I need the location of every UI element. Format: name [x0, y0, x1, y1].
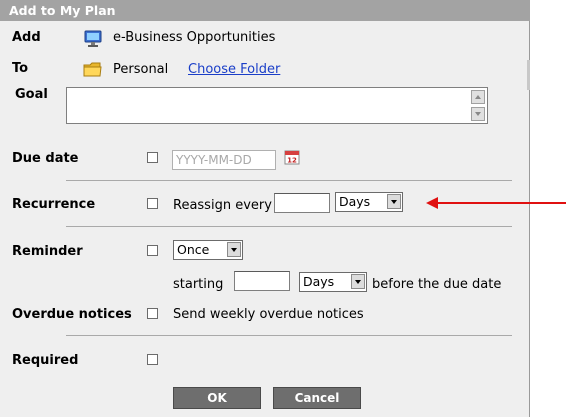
cancel-button[interactable]: Cancel	[273, 387, 361, 409]
overdue-notices-text: Send weekly overdue notices	[173, 307, 364, 322]
scroll-up-icon[interactable]	[471, 90, 485, 104]
reminder-label: Reminder	[12, 244, 83, 259]
add-item-name: e-Business Opportunities	[113, 30, 276, 45]
reminder-frequency-value: Once	[177, 242, 210, 257]
divider	[66, 180, 512, 181]
required-label: Required	[12, 353, 79, 368]
scrollbar-stub[interactable]	[527, 60, 530, 90]
folder-icon	[83, 62, 102, 77]
due-date-label: Due date	[12, 151, 79, 166]
divider	[66, 226, 512, 227]
due-date-input[interactable]	[172, 150, 276, 170]
recurrence-label: Recurrence	[12, 197, 96, 212]
divider	[66, 335, 512, 336]
goal-textarea[interactable]	[66, 87, 488, 124]
overdue-notices-label: Overdue notices	[12, 307, 132, 322]
calendar-day-text: 12	[287, 157, 297, 165]
due-date-checkbox[interactable]	[147, 152, 158, 163]
recurrence-interval-input[interactable]	[274, 193, 330, 213]
goal-label: Goal	[15, 87, 48, 102]
reminder-checkbox[interactable]	[147, 245, 158, 256]
starting-text: starting	[173, 277, 224, 292]
choose-folder-link[interactable]: Choose Folder	[188, 62, 280, 77]
recurrence-checkbox[interactable]	[147, 198, 158, 209]
recurrence-unit-select[interactable]: Days	[335, 192, 403, 212]
scroll-down-icon[interactable]	[471, 107, 485, 121]
required-checkbox[interactable]	[147, 354, 158, 365]
before-due-date-text: before the due date	[372, 277, 502, 292]
reassign-every-text: Reassign every	[173, 198, 272, 213]
ok-button[interactable]: OK	[173, 387, 261, 409]
folder-name: Personal	[113, 62, 169, 77]
recurrence-unit-value: Days	[339, 194, 371, 209]
reminder-frequency-select[interactable]: Once	[173, 240, 243, 260]
dialog-title: Add to My Plan	[0, 0, 530, 21]
add-label: Add	[12, 30, 41, 45]
annotation-arrow-icon	[426, 197, 566, 209]
reminder-unit-select[interactable]: Days	[299, 272, 367, 292]
reminder-offset-input[interactable]	[234, 271, 290, 291]
reminder-unit-value: Days	[303, 274, 335, 289]
goal-textarea-scrollbar[interactable]	[471, 90, 485, 121]
calendar-icon[interactable]: 12	[284, 149, 300, 165]
chevron-down-icon[interactable]	[351, 274, 365, 289]
chevron-down-icon[interactable]	[227, 242, 241, 257]
overdue-notices-checkbox[interactable]	[147, 308, 158, 319]
computer-icon	[84, 30, 102, 47]
to-label: To	[12, 61, 29, 76]
chevron-down-icon[interactable]	[387, 194, 401, 209]
